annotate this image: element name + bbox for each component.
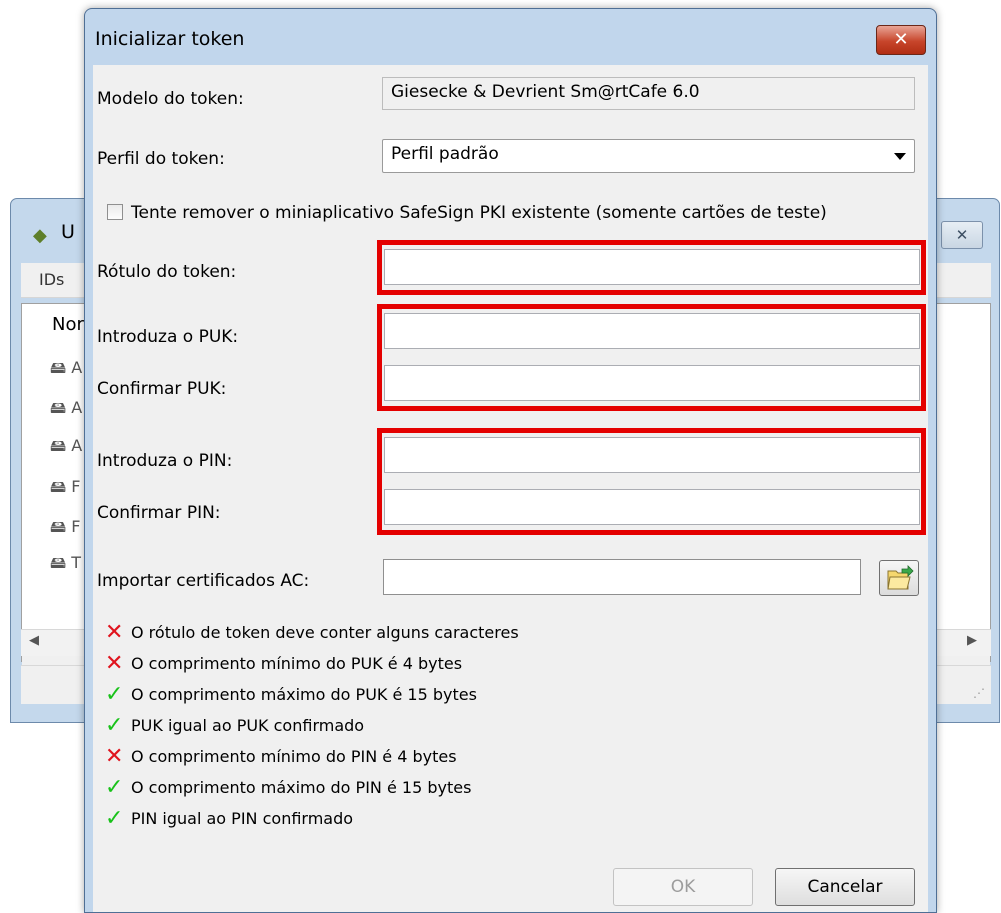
checkmark-icon: ✓ — [105, 713, 124, 738]
cancel-button[interactable]: Cancelar — [775, 868, 915, 906]
chevron-down-icon — [894, 153, 906, 160]
list-item[interactable]: 🖴 F — [50, 516, 80, 543]
list-item[interactable]: 🖴 A — [50, 357, 82, 384]
list-item[interactable]: 🖴 A — [50, 397, 82, 424]
browse-button[interactable] — [879, 560, 919, 596]
remove-applet-label: Tente remover o miniaplicativo SafeSign … — [131, 203, 827, 223]
token-manager-icon: ◆ — [33, 225, 47, 246]
cross-icon: ✕ — [105, 744, 124, 769]
pin-label: Introduza o PIN: — [97, 451, 233, 471]
model-field: Giesecke & Devrient Sm@rtCafe 6.0 — [382, 77, 915, 110]
initialize-token-dialog: Inicializar token ✕ Modelo do token: Gie… — [84, 8, 937, 913]
background-window-title: U — [61, 221, 75, 243]
list-item[interactable]: 🖴 F — [50, 476, 80, 503]
menu-ids[interactable]: IDs — [39, 270, 64, 289]
close-button[interactable]: ✕ — [876, 25, 926, 55]
validation-item: ✓ PIN igual ao PIN confirmado — [105, 806, 354, 831]
column-header-name[interactable]: Nor — [52, 314, 84, 335]
pin-confirm-label: Confirmar PIN: — [97, 503, 221, 523]
cross-icon: ✕ — [105, 620, 124, 645]
validation-item: ✓ O comprimento máximo do PIN é 15 bytes — [105, 775, 472, 800]
profile-select-value: Perfil padrão — [391, 144, 499, 164]
pin-confirm-input[interactable] — [384, 489, 920, 525]
puk-label: Introduza o PUK: — [97, 327, 239, 347]
puk-confirm-input[interactable] — [384, 365, 920, 401]
import-ca-input[interactable] — [383, 559, 861, 595]
token-label-input[interactable] — [384, 249, 920, 285]
list-item[interactable]: 🖴 A — [50, 435, 82, 462]
background-close-button[interactable]: ✕ — [941, 221, 983, 249]
profile-label: Perfil do token: — [97, 149, 225, 169]
scroll-left-icon[interactable]: ◀ — [29, 633, 39, 648]
scroll-right-icon[interactable]: ▶ — [967, 633, 977, 648]
checkmark-icon: ✓ — [105, 775, 124, 800]
puk-confirm-label: Confirmar PUK: — [97, 379, 227, 399]
dialog-titlebar[interactable]: Inicializar token ✕ — [85, 9, 936, 65]
folder-open-icon — [887, 565, 914, 590]
ok-button[interactable]: OK — [613, 868, 753, 906]
validation-item: ✕ O rótulo de token deve conter alguns ca… — [105, 620, 519, 645]
dialog-title: Inicializar token — [95, 28, 245, 50]
checkmark-icon: ✓ — [105, 806, 124, 831]
model-label: Modelo do token: — [97, 89, 244, 109]
dialog-body: Modelo do token: Giesecke & Devrient Sm@… — [93, 65, 928, 912]
puk-input[interactable] — [384, 313, 920, 349]
import-ca-label: Importar certificados AC: — [97, 571, 310, 591]
profile-select[interactable]: Perfil padrão — [382, 139, 915, 173]
token-label-label: Rótulo do token: — [97, 262, 237, 282]
validation-item: ✕ O comprimento mínimo do PUK é 4 bytes — [105, 651, 463, 676]
close-icon: ✕ — [893, 29, 909, 50]
remove-applet-checkbox[interactable] — [107, 204, 123, 220]
pin-input[interactable] — [384, 437, 920, 473]
resize-grip-icon[interactable]: ⋰ — [973, 686, 985, 700]
validation-item: ✕ O comprimento mínimo do PIN é 4 bytes — [105, 744, 457, 769]
remove-applet-option[interactable]: Tente remover o miniaplicativo SafeSign … — [107, 203, 827, 223]
validation-item: ✓ PUK igual ao PUK confirmado — [105, 713, 365, 738]
checkmark-icon: ✓ — [105, 682, 124, 707]
validation-item: ✓ O comprimento máximo do PUK é 15 bytes — [105, 682, 477, 707]
list-item[interactable]: 🖴 T — [50, 552, 81, 579]
cross-icon: ✕ — [105, 651, 124, 676]
